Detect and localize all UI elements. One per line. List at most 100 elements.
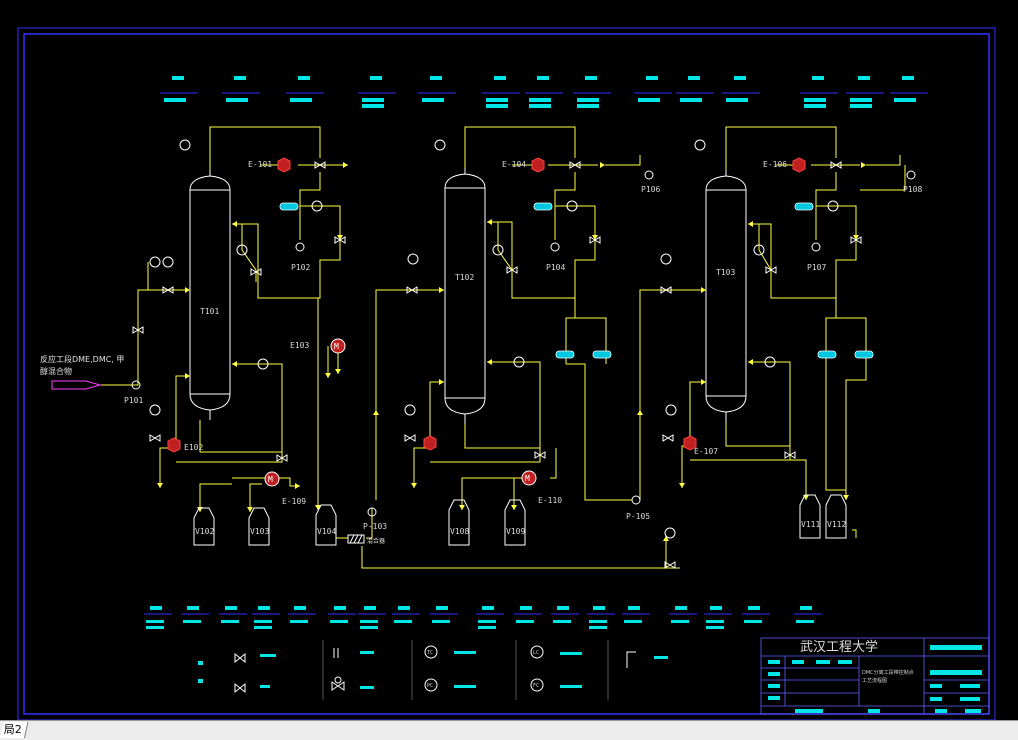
pump-p103: P-103: [363, 507, 387, 531]
equipment-name-bar-2: [706, 626, 724, 629]
equipment-name-bar: [589, 620, 607, 623]
stream-tag-bar: [370, 76, 382, 80]
equipment-tag-bar: [225, 606, 237, 610]
exchanger-e109-tag: E-109: [282, 497, 306, 506]
equipment-name-bar: [360, 620, 378, 623]
flow-arrow: [295, 483, 300, 489]
stream-tag-bar: [172, 76, 184, 80]
stream-name-bar: [362, 98, 384, 102]
pump-p104-tag: P104: [546, 263, 565, 272]
stream-name-bar-2: [577, 104, 599, 108]
layout-tab-bar: 局2: [0, 720, 1018, 740]
condenser-e101-tag: E-101: [248, 160, 272, 169]
instrument-bubble: [162, 256, 174, 268]
condenser-e104: E-104: [502, 157, 545, 173]
equipment-name-bar: [290, 620, 308, 623]
reflux-drums: [279, 202, 874, 359]
stream-name-bar: [894, 98, 916, 102]
flow-arrow: [335, 369, 341, 374]
stream-name-bar: [638, 98, 660, 102]
flow-arrow: [325, 373, 331, 378]
stream-name-bar-2: [850, 104, 872, 108]
stream-name-bar: [226, 98, 248, 102]
flow-arrow: [439, 379, 444, 385]
flow-arrow: [637, 410, 643, 415]
svg-text:M: M: [268, 475, 273, 484]
equipment-name-bar: [254, 620, 272, 623]
reboiler-e102: E102: [167, 437, 203, 453]
equipment-tag-bar: [710, 606, 722, 610]
pump-p107-tag: P107: [807, 263, 826, 272]
storage-tank-tag: V102: [195, 527, 214, 536]
flow-arrow: [511, 505, 517, 510]
flow-arrows: [157, 162, 866, 541]
instrument-bubble: [665, 404, 677, 416]
symbol-legend: TC PC LC FC: [198, 640, 668, 700]
valve-symbol: [149, 434, 161, 442]
process-flow-diagram: T101 T102 T103 E-101 E-104 E-106 E102 E-…: [17, 27, 996, 720]
stream-name-bar-2: [486, 104, 508, 108]
stream-tag-bar: [902, 76, 914, 80]
mixer-label: 混合器: [367, 537, 385, 545]
reboiler-e107-tag: E-107: [694, 447, 718, 456]
storage-tank-tag: V103: [250, 527, 269, 536]
stream-tag-bar: [858, 76, 870, 80]
stream-name-bar: [726, 98, 748, 102]
equipment-name-bar-2: [589, 626, 607, 629]
layout-tab-label: 局2: [3, 723, 22, 736]
instrument-bubble: [407, 253, 419, 265]
feed-label-line2: 醇混合物: [40, 366, 72, 376]
equipment-name-bar: [744, 620, 762, 623]
flow-arrow: [459, 505, 465, 510]
layout-tab[interactable]: 局2: [0, 722, 29, 738]
pump-p105-tag: P-105: [626, 512, 650, 521]
equipment-tag-bar: [398, 606, 410, 610]
instrument-bubble: [149, 256, 161, 268]
condenser-e104-tag: E-104: [502, 160, 526, 169]
equipment-tag-bar: [294, 606, 306, 610]
stream-name-bar: [850, 98, 872, 102]
equipment-name-bar-2: [360, 626, 378, 629]
condenser-e106-tag: E-106: [763, 160, 787, 169]
title-block-drawing-name-2: 工艺流程图: [862, 677, 887, 684]
storage-tank-tag: V109: [506, 527, 525, 536]
equipment-name-bar: [183, 620, 201, 623]
equipment-tag-bar: [520, 606, 532, 610]
stream-name-bar-2: [362, 104, 384, 108]
flow-arrow: [701, 379, 706, 385]
equipment-tag-bar: [482, 606, 494, 610]
storage-tank-outline: [825, 494, 847, 539]
equipment-tag-bar: [557, 606, 569, 610]
legend-lc: LC: [533, 650, 539, 656]
storage-tank-outline: [448, 499, 470, 546]
stream-name-bar: [164, 98, 186, 102]
storage-tank-tag: V104: [317, 527, 336, 536]
pump-p106-tag: P106: [641, 185, 660, 194]
equipment-name-bar: [671, 620, 689, 623]
legend-fc: FC: [533, 683, 539, 689]
column-t101-tag: T101: [200, 307, 219, 316]
pump-p108: P108: [903, 170, 922, 194]
stream-tag-bar: [234, 76, 246, 80]
column-t102-tag: T102: [455, 273, 474, 282]
condenser-e106: E-106: [763, 157, 806, 173]
pump-p108-tag: P108: [903, 185, 922, 194]
reboiler-e102-tag: E102: [184, 443, 203, 452]
column-t101: T101: [189, 170, 231, 420]
pump-p102-tag: P102: [291, 263, 310, 272]
instrument-bubble: [404, 404, 416, 416]
instrument-bubble: [660, 253, 672, 265]
flow-arrow: [487, 219, 492, 225]
instrument-bubble: [694, 139, 706, 151]
storage-tank-outline: [315, 504, 337, 546]
equipment-list-bars: [144, 606, 822, 629]
equipment-tag-bar: [187, 606, 199, 610]
process-piping: [100, 126, 906, 569]
flow-arrow: [439, 287, 444, 293]
stream-tag-bar: [537, 76, 549, 80]
column-t103: T103: [705, 170, 747, 422]
stream-tag-bar: [688, 76, 700, 80]
pump-p103-tag: P-103: [363, 522, 387, 531]
stream-name-bar-2: [804, 104, 826, 108]
feed-label-line1: 反应工段DME,DMC, 甲: [40, 354, 124, 364]
